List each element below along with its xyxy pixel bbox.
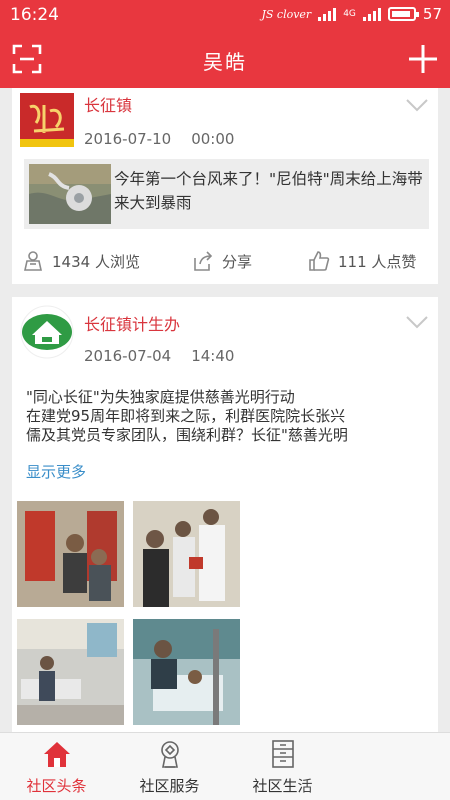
chevron-down-icon[interactable] xyxy=(406,315,428,329)
post-photo[interactable] xyxy=(133,501,240,607)
signal-icon-2 xyxy=(362,7,381,21)
network-type: 4G xyxy=(343,9,356,19)
cabinet-icon xyxy=(271,740,294,768)
article-thumbnail xyxy=(29,164,111,224)
share-label: 分享 xyxy=(222,252,253,271)
status-time: 16:24 xyxy=(10,5,59,25)
like-button[interactable]: 111 人点赞 xyxy=(308,250,416,272)
status-bar: 16:24 JS clover 4G 57 xyxy=(0,0,450,32)
page-title: 吴皓 xyxy=(203,50,247,74)
article-title[interactable]: 今年第一个台风来了！"尼伯特"周末给上海带来大到暴雨 xyxy=(114,167,424,215)
article-link[interactable]: 今年第一个台风来了！"尼伯特"周末给上海带来大到暴雨 xyxy=(24,159,429,229)
views-stat: 1434 人浏览 xyxy=(22,250,140,272)
trophy-icon xyxy=(160,741,179,768)
reader-icon xyxy=(24,251,42,271)
tab-label: 社区头条 xyxy=(26,777,87,795)
tab-community-services[interactable]: 社区服务 xyxy=(113,733,226,800)
carrier-label: JS clover xyxy=(261,7,312,21)
post-photo[interactable] xyxy=(17,619,124,725)
home-icon xyxy=(43,742,70,767)
show-more-link[interactable]: 显示更多 xyxy=(26,461,86,482)
post-date: 2016-07-10 00:00 xyxy=(84,130,235,148)
source-avatar[interactable] xyxy=(20,305,74,359)
title-bar: 吴皓 xyxy=(0,32,450,88)
tab-label: 社区服务 xyxy=(139,777,200,795)
bottom-tab-bar: 社区头条 社区服务 社区生活 xyxy=(0,732,450,800)
tab-community-headlines[interactable]: 社区头条 xyxy=(0,733,113,800)
add-icon[interactable] xyxy=(408,44,438,74)
post-stats: 1434 人浏览 分享 111 人点赞 xyxy=(12,246,438,278)
news-feed[interactable]: 长征镇 2016-07-10 00:00 今年第一个台风来了！"尼伯特"周末给上海… xyxy=(0,88,450,732)
share-button[interactable]: 分享 xyxy=(192,250,252,272)
post-date: 2016-07-04 14:40 xyxy=(84,347,235,365)
signal-icon xyxy=(318,7,337,21)
post-photo[interactable] xyxy=(133,619,240,725)
feed-card[interactable]: 长征镇计生办 2016-07-04 14:40 "同心长征"为失独家庭提供慈善光明… xyxy=(12,297,438,732)
thumbs-up-icon xyxy=(309,251,330,271)
tab-fade-overlay xyxy=(300,733,450,800)
feed-card[interactable]: 长征镇 2016-07-10 00:00 今年第一个台风来了！"尼伯特"周末给上海… xyxy=(12,88,438,284)
views-count: 1434 人浏览 xyxy=(52,252,140,271)
chevron-down-icon[interactable] xyxy=(406,98,428,112)
status-icons: JS clover 4G 57 xyxy=(261,5,442,23)
battery-level: 57 xyxy=(422,5,442,23)
post-photo[interactable] xyxy=(17,501,124,607)
post-text: "同心长征"为失独家庭提供慈善光明行动 在建党95周年即将到来之际，利群医院院长… xyxy=(26,388,348,444)
source-name[interactable]: 长征镇计生办 xyxy=(84,311,180,335)
source-avatar[interactable] xyxy=(20,93,74,147)
source-name[interactable]: 长征镇 xyxy=(84,92,132,116)
share-icon xyxy=(194,251,213,271)
battery-icon xyxy=(387,7,419,21)
likes-count: 111 人点赞 xyxy=(338,252,417,271)
